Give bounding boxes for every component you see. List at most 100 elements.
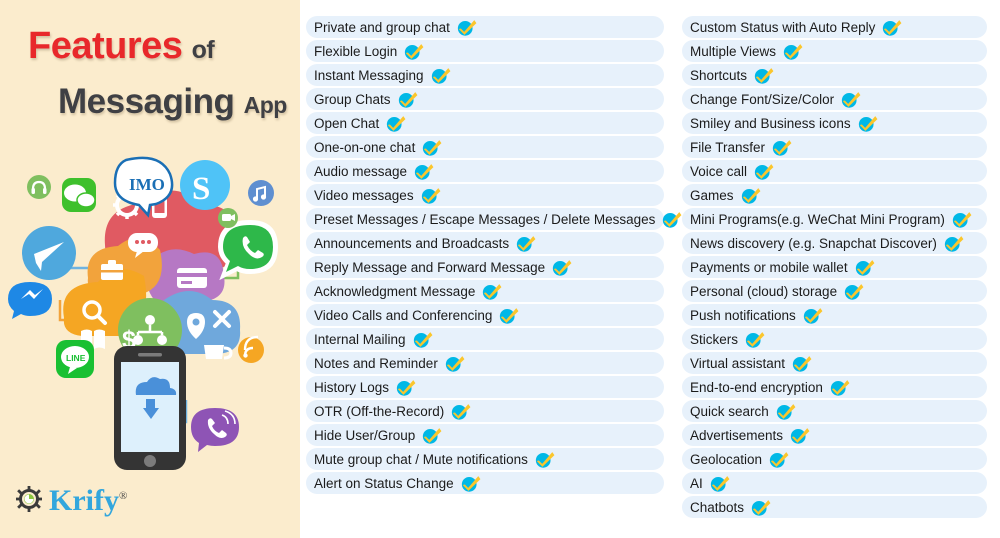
feature-label: Private and group chat [314,19,450,35]
title-word-features: Features [28,25,183,67]
feature-label: Video Calls and Conferencing [314,307,493,323]
wechat-icon [62,178,96,212]
line-icon: LINE [56,340,94,378]
title-word-of: of [191,36,215,64]
check-badge-icon [445,354,465,373]
feature-row: Announcements and Broadcasts [300,232,675,254]
check-badge-icon [783,42,803,61]
feature-row: Instant Messaging [300,64,675,86]
check-badge-icon [754,162,774,181]
check-badge-icon [882,18,902,37]
check-badge-icon [830,378,850,397]
check-badge-icon [413,330,432,349]
smartphone [114,346,186,470]
feature-label: News discovery (e.g. Snapchat Discover) [690,235,937,251]
feature-label: Advertisements [690,427,784,443]
viber-icon [191,408,239,452]
feature-row: Shortcuts [676,64,996,86]
skype-icon: S [180,160,230,210]
check-badge-icon [414,162,434,181]
feature-row: Notes and Reminder [300,352,675,374]
feature-label: File Transfer [690,139,766,155]
check-badge-icon [710,474,730,493]
feature-row: Quick search [676,400,996,422]
feature-label: Alert on Status Change [314,475,454,491]
feature-row: Voice call [676,160,996,182]
feature-column-left: Private and group chat Flexible Login Inst… [300,16,682,496]
brand-logo: Krify® [16,484,127,518]
check-badge-icon [552,258,572,277]
check-badge-icon [790,426,810,445]
feature-row: File Transfer [676,136,996,158]
feature-row: Stickers [676,328,996,350]
check-badge-icon [792,354,812,373]
check-badge-icon [422,138,442,157]
feature-label: Custom Status with Auto Reply [690,19,876,35]
feature-row: Virtual assistant [676,352,996,374]
feature-label: One-on-one chat [314,139,416,155]
feature-row: Video Calls and Conferencing [300,304,675,326]
feature-label: Flexible Login [314,43,398,59]
left-panel: Features of Messaging App $ IMO S LINE K… [0,0,300,538]
feature-label: Instant Messaging [314,67,424,83]
svg-text:S: S [192,171,210,207]
feature-label: Smiley and Business icons [690,115,851,131]
check-badge-icon [751,498,771,517]
check-badge-icon [398,90,417,109]
feature-row: Push notifications [676,304,996,326]
feature-label: Quick search [690,403,769,419]
video-icon [218,208,238,228]
svg-text:LINE: LINE [66,353,86,363]
feature-row: History Logs [300,376,675,398]
check-badge-icon [776,402,796,421]
feature-label: Mini Programs(e.g. WeChat Mini Program) [690,211,945,227]
check-badge-icon [858,114,878,133]
feature-row: Private and group chat [300,16,675,38]
feature-row: Acknowledgment Message [300,280,675,302]
feature-label: Internal Mailing [314,331,406,347]
feature-row: Payments or mobile wallet [676,256,996,278]
feature-row: Flexible Login [300,40,675,62]
registered-mark: ® [118,490,128,502]
whatsapp-icon [217,219,279,281]
messaging-apps-illustration: $ IMO S LINE [0,150,300,470]
feature-label: Notes and Reminder [314,355,438,371]
feature-label: Stickers [690,331,739,347]
feature-row: Mute group chat / Mute notifications [300,448,675,470]
check-badge-icon [754,66,774,85]
feature-label: Shortcuts [690,67,748,83]
brand-name: Krify® [49,484,128,517]
svg-text:IMO: IMO [129,175,165,194]
check-badge-icon [944,234,964,253]
rss-icon [238,335,264,363]
check-badge-icon [841,90,861,109]
feature-row: Change Font/Size/Color [676,88,996,110]
feature-label: Video messages [314,187,414,203]
feature-row: One-on-one chat [300,136,675,158]
check-badge-icon [422,426,442,445]
title-word-messaging: Messaging [58,82,235,121]
telegram-icon [22,226,76,280]
check-badge-icon [855,258,875,277]
gear-icon [16,485,42,517]
feature-row: Open Chat [300,112,675,134]
feature-label: Open Chat [314,115,380,131]
title-line-two: Messaging App [0,70,300,125]
feature-label: OTR (Off-the-Record) [314,403,445,419]
feature-label: Mute group chat / Mute notifications [314,451,528,467]
check-badge-icon [451,402,471,421]
feature-label: Chatbots [690,499,745,515]
check-badge-icon [803,306,823,325]
check-badge-icon [421,186,440,205]
check-badge-icon [404,42,424,61]
feature-row: Hide User/Group [300,424,675,446]
messenger-icon [8,282,52,319]
feature-row: Chatbots [676,496,996,518]
feature-label: History Logs [314,379,390,395]
check-badge-icon [386,114,406,133]
check-badge-icon [662,210,682,229]
check-badge-icon [457,18,477,37]
feature-row: Alert on Status Change [300,472,675,494]
feature-row: AI [676,472,996,494]
feature-label: End-to-end encryption [690,379,823,395]
